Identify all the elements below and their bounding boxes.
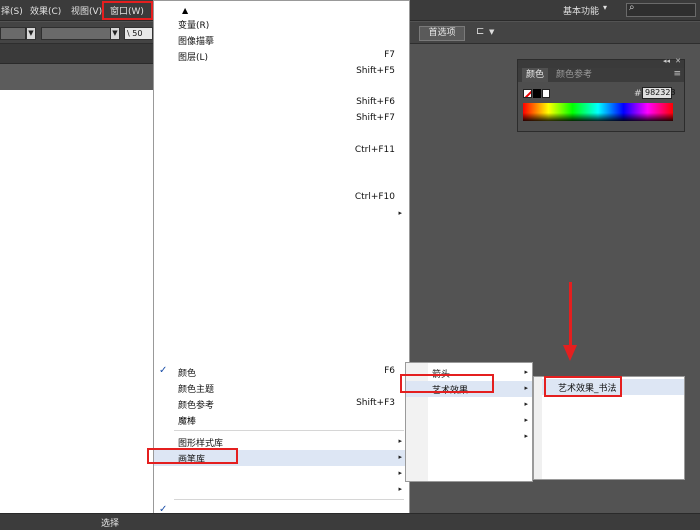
search-input[interactable]: ⌕ <box>626 2 696 17</box>
stroke-weight-field[interactable]: \ 50 <box>124 27 153 40</box>
submenu-arrow-icon: ▸ <box>398 453 402 461</box>
menu-item-label: 图像描摹 <box>178 37 215 47</box>
submenu-arrow-icon: ▸ <box>524 432 528 440</box>
close-icon[interactable]: ✕ <box>675 57 681 65</box>
stroke-dropdown[interactable] <box>41 27 111 40</box>
annotation-arrow <box>569 282 572 347</box>
chevron-down-icon[interactable]: ▾ <box>603 3 607 12</box>
submenu-arrow-icon: ▸ <box>398 209 402 217</box>
menu-item-submenu[interactable]: ▸ <box>154 482 409 498</box>
shortcut-text: Shift+F7 <box>356 113 395 123</box>
panel-menu-icon[interactable]: ≡ <box>673 69 681 79</box>
hex-label: # <box>634 89 642 99</box>
annotation-box-brush-libraries <box>147 448 238 464</box>
chevron-down-icon[interactable]: ▼ <box>110 27 120 40</box>
panel-header[interactable]: ◂◂ ✕ <box>518 57 684 68</box>
document-tab-bar <box>0 44 155 64</box>
search-icon: ⌕ <box>629 2 635 13</box>
shortcut-text: Shift+F6 <box>356 97 395 107</box>
menu-item-submenu[interactable]: ▸ <box>154 206 409 222</box>
artboard[interactable] <box>0 90 155 522</box>
menu-item-layers[interactable]: 图层(L) F7 <box>154 48 409 64</box>
menu-item-color[interactable]: ✓ 颜色 F6 <box>154 364 409 380</box>
menu-item-variables[interactable]: 变量(R) <box>154 16 409 32</box>
submenu-arrow-icon: ▸ <box>524 416 528 424</box>
menu-item-submenu[interactable]: ▸ <box>154 466 409 482</box>
chevron-down-icon[interactable]: ▼ <box>489 28 494 36</box>
menu-item-magic-wand[interactable]: 魔棒 <box>154 412 409 428</box>
menu-item-shift-f7[interactable]: Shift+F7 <box>154 111 409 127</box>
menu-select[interactable]: 择(S) <box>1 4 23 17</box>
menu-separator <box>174 499 404 500</box>
menu-item-label: 魔棒 <box>178 417 197 427</box>
menu-effect[interactable]: 效果(C) <box>30 4 61 17</box>
color-panel: ◂◂ ✕ 颜色 颜色参考 ≡ # 982323 <box>517 57 685 132</box>
submenu-item[interactable]: ▸ <box>406 413 532 429</box>
arrange-documents-icon[interactable]: ⊏ <box>476 26 484 37</box>
submenu-arrow-icon: ▸ <box>524 384 528 392</box>
preferences-button[interactable]: 首选项 <box>419 26 465 41</box>
annotation-box-calligraphic <box>544 376 622 397</box>
shortcut-text: Shift+F3 <box>356 398 395 408</box>
chevron-down-icon[interactable]: ▼ <box>26 27 36 40</box>
menu-item-ctrl-f11[interactable]: Ctrl+F11 <box>154 143 409 159</box>
annotation-arrow-head <box>563 345 577 361</box>
canvas-pasteboard <box>0 64 155 90</box>
menu-separator <box>174 430 404 431</box>
menu-item-label: 变量(R) <box>178 21 210 31</box>
none-slash-icon <box>524 90 531 97</box>
menu-item-color-themes[interactable]: 颜色主题 <box>154 380 409 396</box>
submenu-item[interactable]: ▸ <box>406 397 532 413</box>
menu-item-color-guide[interactable]: 颜色参考 Shift+F3 <box>154 396 409 412</box>
tab-color[interactable]: 颜色 <box>522 68 549 82</box>
menu-item-shift-f6[interactable]: Shift+F6 <box>154 95 409 111</box>
submenu-arrow-icon: ▸ <box>398 485 402 493</box>
status-bar: 选择 <box>0 513 700 530</box>
shortcut-text: Ctrl+F10 <box>354 192 395 202</box>
panel-tabs: 颜色 颜色参考 ≡ <box>518 68 684 82</box>
menu-item-label: 颜色参考 <box>178 401 215 411</box>
submenu-arrow-icon: ▸ <box>524 400 528 408</box>
menu-view[interactable]: 视图(V) <box>71 4 102 17</box>
black-swatch[interactable] <box>533 89 541 98</box>
collapse-icon[interactable]: ◂◂ <box>663 57 670 65</box>
shortcut-text: Ctrl+F11 <box>354 145 395 155</box>
shortcut-text: F7 <box>384 50 395 60</box>
menu-item-image-trace[interactable]: 图像描摹 <box>154 32 409 48</box>
menu-item-label: 颜色主题 <box>178 385 215 395</box>
menu-item-shift-f5[interactable]: Shift+F5 <box>154 64 409 80</box>
scroll-up-icon[interactable]: ▲ <box>182 6 188 15</box>
submenu-item[interactable]: ▸ <box>406 429 532 445</box>
hex-input[interactable]: 982323 <box>642 87 676 99</box>
none-swatch[interactable] <box>523 89 532 98</box>
tab-color-guide[interactable]: 颜色参考 <box>556 68 592 82</box>
current-tool-label: 选择 <box>101 519 120 529</box>
shortcut-text: F6 <box>384 366 395 376</box>
fill-dropdown[interactable] <box>0 27 26 40</box>
workspace-switcher[interactable]: 基本功能 <box>563 4 599 17</box>
shortcut-text: Shift+F5 <box>356 66 395 76</box>
submenu-gutter <box>534 377 542 479</box>
white-swatch[interactable] <box>542 89 550 98</box>
submenu-arrow-icon: ▸ <box>398 437 402 445</box>
submenu-arrow-icon: ▸ <box>398 469 402 477</box>
submenu-arrow-icon: ▸ <box>524 368 528 376</box>
annotation-box-window-menu <box>102 1 153 20</box>
color-spectrum[interactable] <box>523 103 673 121</box>
annotation-box-artistic <box>400 374 494 393</box>
check-icon: ✓ <box>159 365 168 376</box>
menu-item-label: 颜色 <box>178 369 197 379</box>
menu-item-ctrl-f10[interactable]: Ctrl+F10 <box>154 190 409 206</box>
menu-item-label: 图层(L) <box>178 53 209 63</box>
